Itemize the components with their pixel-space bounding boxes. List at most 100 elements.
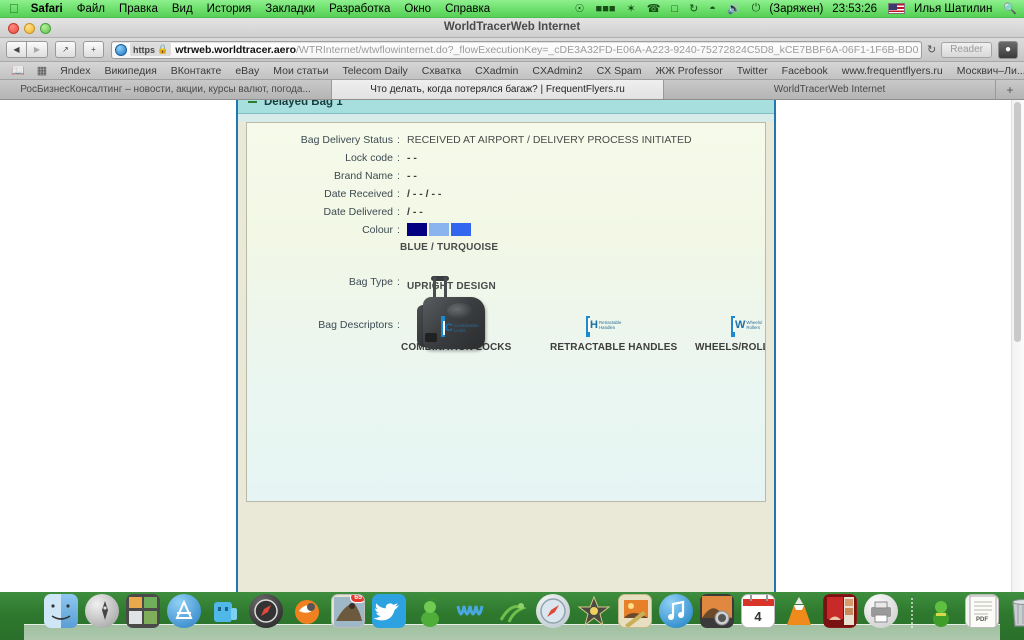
dropbox-icon[interactable]: ☉ xyxy=(575,2,585,15)
new-tab-button[interactable]: + xyxy=(996,80,1024,99)
field-label: Bag Descriptors xyxy=(318,319,393,331)
bookmark-yandex[interactable]: Яndex xyxy=(53,65,97,77)
field-label: Lock code xyxy=(345,152,393,164)
menu-item-safari[interactable]: Safari xyxy=(31,3,63,15)
dock-item-blue-w[interactable] xyxy=(454,594,490,628)
forward-arrow-icon[interactable]: ▶ xyxy=(27,41,48,58)
bookmark-ebay[interactable]: eBay xyxy=(228,65,266,77)
bookmark-vkontakte[interactable]: ВКонтакте xyxy=(164,65,229,77)
dock-item-twitter[interactable] xyxy=(372,594,408,628)
bookmark-zhzh-professor[interactable]: ЖЖ Professor xyxy=(649,65,730,77)
dock-item-app-store[interactable] xyxy=(167,594,203,628)
dock-item-imovie[interactable] xyxy=(577,594,613,628)
bookmark-facebook[interactable]: Facebook xyxy=(775,65,835,77)
battery-meter-icon[interactable]: ■■■ xyxy=(596,3,616,15)
mail-icon: 65 xyxy=(331,594,365,628)
compass-icon xyxy=(249,594,283,628)
bookmark-cx-spam[interactable]: CX Spam xyxy=(590,65,649,77)
imovie-icon xyxy=(577,594,611,628)
https-label: https xyxy=(133,44,155,55)
dock-item-blue-character[interactable] xyxy=(208,594,244,628)
menu-item-history[interactable]: История xyxy=(207,3,252,15)
reader-button[interactable]: Reader xyxy=(941,41,992,58)
twitter-icon xyxy=(372,594,406,628)
search-icon[interactable]: 🔍 xyxy=(1003,2,1017,15)
dock-item-calendar[interactable]: 4 xyxy=(741,594,777,628)
user-name[interactable]: Илья Шатилин xyxy=(914,3,992,15)
share-icon[interactable]: ↗ xyxy=(55,41,76,58)
dock-item-launchpad[interactable] xyxy=(85,594,121,628)
dock-item-mail[interactable]: 65 xyxy=(331,594,367,628)
dock-item-vlc[interactable] xyxy=(782,594,818,628)
back-arrow-icon[interactable]: ◀ xyxy=(6,41,27,58)
page-scrollbar[interactable] xyxy=(1011,100,1024,592)
field-bag-delivery-status: Bag Delivery Status : RECEIVED AT AIRPOR… xyxy=(247,133,765,147)
tab-frequentflyers[interactable]: Что делать, когда потерялся багаж? | Fre… xyxy=(332,80,664,99)
bookmark-twitter[interactable]: Twitter xyxy=(730,65,775,77)
plus-icon[interactable]: + xyxy=(83,41,104,58)
dock-item-printer[interactable] xyxy=(864,594,900,628)
bookmark-telecom-daily[interactable]: Telecom Daily xyxy=(335,65,414,77)
downloads-icon[interactable]: ● xyxy=(998,40,1018,59)
dock-item-safari[interactable] xyxy=(536,594,572,628)
retractable-handles-icon: H Retractable Handles xyxy=(586,316,621,337)
navigation-buttons: ◀ ▶ xyxy=(6,41,48,58)
dock-item-firefox[interactable] xyxy=(290,594,326,628)
field-label: Colour xyxy=(362,224,393,236)
field-label: Date Delivered xyxy=(323,206,393,218)
bookmark-wikipedia[interactable]: Википедия xyxy=(97,65,163,77)
menu-item-help[interactable]: Справка xyxy=(445,3,490,15)
bookmark-cxadmin[interactable]: CXadmin xyxy=(468,65,525,77)
bookmark-moskvich[interactable]: Москвич–Ли...озапчастия xyxy=(950,65,1024,77)
tab-rbc[interactable]: РосБизнесКонсалтинг – новости, акции, ку… xyxy=(0,80,332,99)
dock-item-mission-control[interactable] xyxy=(126,594,162,628)
minus-toggle-icon[interactable] xyxy=(248,100,257,106)
apple-icon[interactable]:  xyxy=(9,2,19,15)
scrollbar-thumb[interactable] xyxy=(1014,102,1021,342)
tab-worldtracer[interactable]: WorldTracerWeb Internet xyxy=(664,80,996,99)
bookmark-frequentflyers[interactable]: www.frequentflyers.ru xyxy=(835,65,950,77)
menu-item-file[interactable]: Файл xyxy=(77,3,105,15)
dock-item-green-figure[interactable] xyxy=(413,594,449,628)
display-icon[interactable]: □ xyxy=(671,3,678,15)
dock-item-green-figure-2[interactable] xyxy=(924,594,960,628)
delayed-bag-panel-header[interactable]: Delayed Bag 1 xyxy=(238,100,774,114)
grid-icon[interactable]: ▦ xyxy=(31,64,53,77)
menu-item-edit[interactable]: Правка xyxy=(119,3,158,15)
wifi-icon[interactable]: ◓ xyxy=(709,3,716,15)
dock-item-finder[interactable] xyxy=(44,594,80,628)
menu-item-bookmarks[interactable]: Закладки xyxy=(265,3,315,15)
colour-swatches xyxy=(407,223,471,236)
dock-item-preview-camera[interactable] xyxy=(700,594,736,628)
clock[interactable]: 23:53:26 xyxy=(832,3,877,15)
field-label: Date Received xyxy=(324,188,393,200)
menu-item-view[interactable]: Вид xyxy=(172,3,193,15)
phone-icon[interactable]: ☎ xyxy=(647,2,661,15)
dock-item-pdf-document[interactable]: PDF xyxy=(965,594,1001,628)
book-icon[interactable]: 📖 xyxy=(5,64,31,77)
us-flag-icon[interactable] xyxy=(888,3,906,14)
dock-item-green-swirl[interactable] xyxy=(495,594,531,628)
menu-item-develop[interactable]: Разработка xyxy=(329,3,390,15)
bookmark-shvatka[interactable]: Схватка xyxy=(415,65,468,77)
volume-icon[interactable]: 🔊 xyxy=(727,2,741,15)
finder-icon xyxy=(44,594,78,628)
bluetooth-icon[interactable]: ✶ xyxy=(626,2,635,15)
battery-status-label: (Заряжен) xyxy=(769,2,824,15)
dock-item-trash[interactable] xyxy=(1006,594,1024,628)
dock-item-compass[interactable] xyxy=(249,594,285,628)
vlc-icon xyxy=(782,594,816,628)
bookmark-cxadmin2[interactable]: CXAdmin2 xyxy=(525,65,589,77)
menu-item-window[interactable]: Окно xyxy=(404,3,431,15)
dock-item-itunes[interactable] xyxy=(659,594,695,628)
reload-icon[interactable]: ↻ xyxy=(927,43,936,56)
field-colon: : xyxy=(397,206,400,218)
sync-icon[interactable]: ↻ xyxy=(689,2,698,15)
address-bar[interactable]: https 🔒 wtrweb.worldtracer.aero/WTRInter… xyxy=(111,40,922,59)
launchpad-icon xyxy=(85,594,119,628)
bookmark-my-articles[interactable]: Мои статьи xyxy=(266,65,335,77)
descriptor-wheels-rollers: W Wheels/ Rollers WHEELS/ROLLERS xyxy=(695,316,765,353)
power-plug-icon[interactable]: ⏻ xyxy=(752,2,761,15)
dock-item-iphoto[interactable] xyxy=(618,594,654,628)
dock-item-photo-booth[interactable] xyxy=(823,594,859,628)
